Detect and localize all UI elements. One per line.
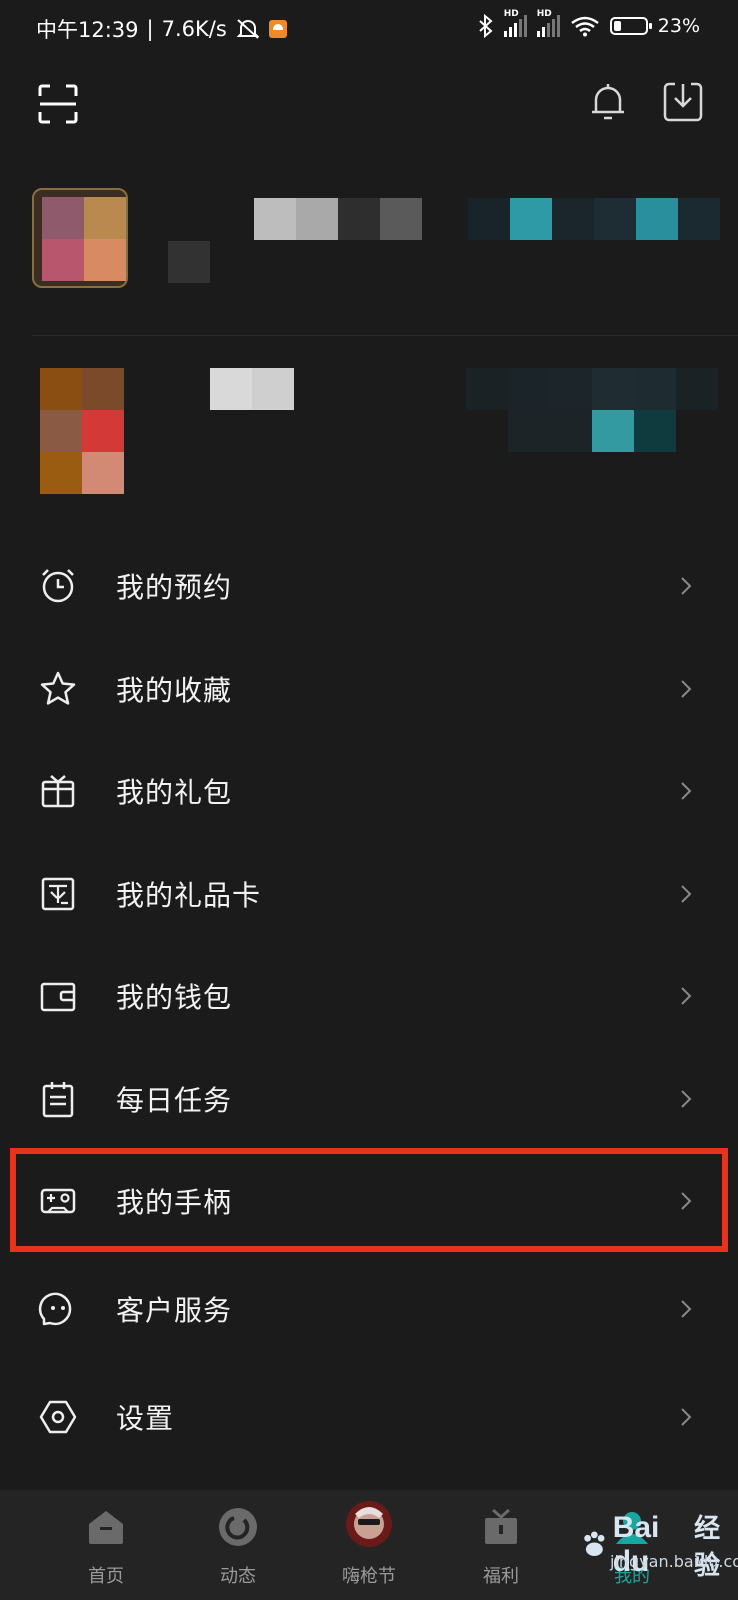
menu-item-gift-cards[interactable]: 我的礼品卡 — [0, 843, 738, 946]
avatar-icon — [346, 1501, 392, 1547]
gift-card-icon — [41, 877, 75, 910]
baidu-paw-icon — [584, 1531, 605, 1556]
nav-label: 嗨枪节 — [342, 1566, 396, 1587]
network-speed: 7.6K/s — [161, 17, 227, 41]
chevron-right-icon — [681, 1192, 692, 1210]
menu-item-label: 我的收藏 — [116, 673, 233, 707]
chevron-right-icon — [681, 680, 692, 698]
mute-bell-icon — [236, 19, 260, 39]
battery-level — [613, 21, 621, 31]
nav-item-benefits[interactable]: 福利 — [461, 1506, 541, 1588]
nav-label: 首页 — [88, 1566, 124, 1587]
bluetooth-icon — [479, 14, 493, 38]
divider — [32, 335, 738, 336]
menu-item-label: 我的礼包 — [116, 776, 233, 810]
bell-icon[interactable] — [586, 80, 630, 124]
status-right: HD HD 23% — [478, 9, 700, 38]
chevron-right-icon — [681, 1300, 692, 1318]
baidu-watermark: Bai du 经验 jingyan.baidu.com — [580, 1508, 738, 1582]
menu-item-gamepad[interactable]: 我的手柄 — [0, 1150, 738, 1253]
menu-item-label: 我的礼品卡 — [116, 878, 262, 912]
signal-2-icon: HD — [536, 9, 560, 37]
status-bar: 中午12:39 | 7.6K/s HD HD 23% — [0, 0, 738, 64]
battery-icon — [609, 17, 652, 35]
battery-percent: 23% — [657, 15, 700, 37]
nav-item-home[interactable]: 首页 — [66, 1506, 146, 1588]
game-avatar[interactable] — [40, 368, 128, 496]
profile-avatar[interactable] — [32, 188, 128, 288]
scan-icon[interactable] — [36, 82, 80, 126]
menu-item-daily-tasks[interactable]: 每日任务 — [0, 1048, 738, 1151]
gamepad-icon — [40, 1189, 76, 1214]
menu-item-label: 设置 — [116, 1401, 175, 1435]
chevron-right-icon — [681, 1408, 692, 1426]
menu-item-customer-service[interactable]: 客户服务 — [0, 1253, 738, 1366]
home-icon — [89, 1511, 123, 1544]
clipboard-icon — [42, 1081, 74, 1117]
gift-icon — [485, 1508, 517, 1544]
feed-icon — [219, 1508, 257, 1546]
menu-item-favorites[interactable]: 我的收藏 — [0, 638, 738, 741]
download-icon[interactable] — [661, 80, 705, 124]
chevron-right-icon — [681, 987, 692, 1005]
nav-item-festival[interactable]: 嗨枪节 — [329, 1501, 409, 1588]
chevron-right-icon — [681, 1090, 692, 1108]
app-notification-icon — [268, 20, 287, 38]
chevron-right-icon — [681, 577, 692, 595]
star-icon — [40, 671, 76, 705]
signal-1-icon: HD — [503, 9, 527, 37]
chevron-right-icon — [681, 782, 692, 800]
wifi-icon — [571, 16, 599, 37]
menu-item-label: 我的钱包 — [116, 981, 233, 1015]
settings-hexagon-icon — [39, 1400, 77, 1433]
menu-item-settings[interactable]: 设置 — [0, 1366, 738, 1469]
menu-list: 我的预约 我的收藏 我的礼包 我的礼品卡 我的钱包 每日任务 我的手柄 客户服务… — [0, 535, 738, 1468]
menu-item-gift-packs[interactable]: 我的礼包 — [0, 740, 738, 843]
separator: | — [146, 17, 154, 41]
clock: 中午12:39 — [36, 18, 139, 42]
menu-item-wallet[interactable]: 我的钱包 — [0, 945, 738, 1048]
chevron-right-icon — [681, 885, 692, 903]
menu-item-label: 我的预约 — [116, 571, 233, 605]
menu-item-label: 我的手柄 — [116, 1186, 233, 1220]
nav-label: 福利 — [483, 1566, 519, 1587]
menu-item-reservations[interactable]: 我的预约 — [0, 535, 738, 638]
gift-box-icon — [41, 775, 75, 808]
game-info-redacted — [210, 368, 738, 458]
menu-item-label: 客户服务 — [116, 1294, 233, 1327]
watermark-url: jingyan.baidu.com — [610, 1552, 738, 1571]
wallet-icon — [40, 983, 76, 1012]
profile-name-redacted — [168, 195, 738, 285]
nav-item-feed[interactable]: 动态 — [198, 1506, 278, 1588]
customer-service-icon — [38, 1292, 72, 1326]
status-left: 中午12:39 | 7.6K/s — [36, 14, 287, 44]
nav-label: 动态 — [220, 1566, 256, 1587]
alarm-clock-icon — [42, 569, 74, 603]
menu-item-label: 每日任务 — [116, 1083, 233, 1117]
